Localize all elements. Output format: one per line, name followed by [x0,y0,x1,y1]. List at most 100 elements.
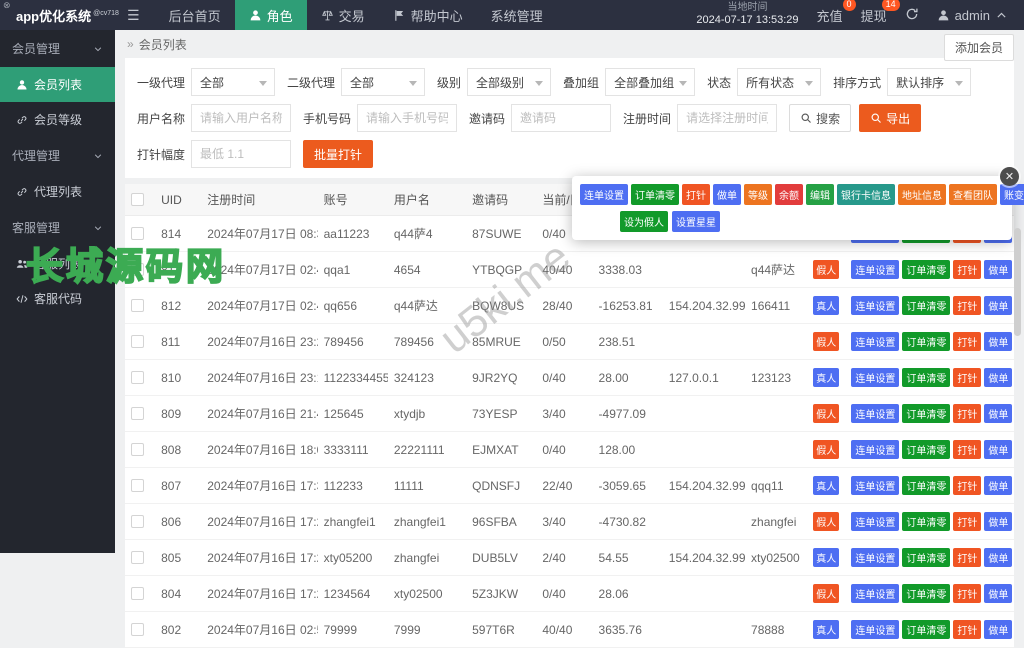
popup-action-button[interactable]: 查看团队 [949,184,997,205]
row-action-button[interactable]: 做单 [984,440,1012,459]
popup-action-button[interactable]: 设为假人 [620,211,668,232]
sidebar-group[interactable]: 会员管理 [0,30,115,67]
hamburger-menu-icon[interactable]: ☰ [112,7,155,24]
filter-select[interactable]: 默认排序 [887,68,971,96]
row-action-button[interactable]: 连单设置 [851,260,899,279]
row-action-button[interactable]: 打针 [953,476,981,495]
row-action-button[interactable]: 连单设置 [851,512,899,531]
row-action-button[interactable]: 连单设置 [851,548,899,567]
popup-action-button[interactable]: 设置星星 [672,211,720,232]
row-action-button[interactable]: 打针 [953,404,981,423]
row-action-button[interactable]: 做单 [984,548,1012,567]
row-action-button[interactable]: 连单设置 [851,440,899,459]
sidebar-item[interactable]: 会员等级 [0,102,115,137]
row-action-button[interactable]: 订单清零 [902,440,950,459]
row-action-button[interactable]: 连单设置 [851,404,899,423]
row-action-button[interactable]: 做单 [984,620,1012,639]
row-action-button[interactable]: 打针 [953,512,981,531]
filter-select[interactable]: 全部级别 [467,68,551,96]
recharge-link[interactable]: 充值 0 [817,6,843,25]
row-action-button[interactable]: 打针 [953,584,981,603]
row-action-button[interactable]: 做单 [984,260,1012,279]
row-action-button[interactable]: 连单设置 [851,332,899,351]
popup-action-button[interactable]: 余额 [775,184,803,205]
top-menu-item[interactable]: 帮助中心 [379,0,477,30]
row-action-button[interactable]: 打针 [953,548,981,567]
search-button[interactable]: 搜索 [789,104,851,132]
popup-action-button[interactable]: 做单 [713,184,741,205]
scrollbar-thumb[interactable] [1014,228,1021,336]
row-action-button[interactable]: 订单清零 [902,476,950,495]
admin-menu[interactable]: admin [937,8,1008,23]
row-checkbox[interactable] [131,623,144,636]
row-action-button[interactable]: 打针 [953,440,981,459]
row-action-button[interactable]: 订单清零 [902,368,950,387]
popup-action-button[interactable]: 订单清零 [631,184,679,205]
export-button[interactable]: 导出 [859,104,921,132]
top-menu-item[interactable]: 角色 [235,0,307,30]
row-action-button[interactable]: 订单清零 [902,512,950,531]
row-action-button[interactable]: 连单设置 [851,584,899,603]
row-action-button[interactable]: 做单 [984,476,1012,495]
row-action-button[interactable]: 做单 [984,404,1012,423]
popup-action-button[interactable]: 连单设置 [580,184,628,205]
row-action-button[interactable]: 打针 [953,332,981,351]
filter-input[interactable] [511,104,611,132]
popup-action-button[interactable]: 账变 [1000,184,1024,205]
row-checkbox[interactable] [131,335,144,348]
sidebar-item[interactable]: 会员列表 [0,67,115,102]
row-action-button[interactable]: 连单设置 [851,368,899,387]
top-menu-item[interactable]: 系统管理 [477,0,557,30]
popup-action-button[interactable]: 银行卡信息 [837,184,895,205]
row-action-button[interactable]: 连单设置 [851,620,899,639]
row-checkbox[interactable] [131,479,144,492]
filter-input[interactable] [677,104,777,132]
row-action-button[interactable]: 打针 [953,260,981,279]
row-action-button[interactable]: 打针 [953,296,981,315]
sidebar-item[interactable]: 代理列表 [0,174,115,209]
sidebar-item[interactable]: 客服列表 [0,246,115,281]
top-menu-item[interactable]: 交易 [307,0,379,30]
row-checkbox[interactable] [131,443,144,456]
row-action-button[interactable]: 打针 [953,368,981,387]
row-checkbox[interactable] [131,263,144,276]
filter-select[interactable]: 全部叠加组 [605,68,695,96]
needle-input[interactable] [191,140,291,168]
batch-needle-button[interactable]: 批量打针 [303,140,373,168]
filter-select[interactable]: 全部 [191,68,275,96]
add-member-button[interactable]: 添加会员 [944,34,1014,61]
select-all-checkbox[interactable] [131,193,144,206]
row-action-button[interactable]: 订单清零 [902,620,950,639]
filter-input[interactable] [191,104,291,132]
popup-action-button[interactable]: 编辑 [806,184,834,205]
row-action-button[interactable]: 订单清零 [902,404,950,423]
row-action-button[interactable]: 订单清零 [902,332,950,351]
row-action-button[interactable]: 订单清零 [902,296,950,315]
row-action-button[interactable]: 做单 [984,332,1012,351]
row-action-button[interactable]: 做单 [984,512,1012,531]
row-checkbox[interactable] [131,407,144,420]
filter-select[interactable]: 全部 [341,68,425,96]
row-action-button[interactable]: 连单设置 [851,476,899,495]
row-action-button[interactable]: 订单清零 [902,260,950,279]
popup-action-button[interactable]: 地址信息 [898,184,946,205]
sidebar-group[interactable]: 代理管理 [0,137,115,174]
row-action-button[interactable]: 打针 [953,620,981,639]
row-action-button[interactable]: 订单清零 [902,548,950,567]
row-checkbox[interactable] [131,515,144,528]
row-action-button[interactable]: 做单 [984,584,1012,603]
row-action-button[interactable]: 订单清零 [902,584,950,603]
popup-action-button[interactable]: 等级 [744,184,772,205]
sidebar-group[interactable]: 客服管理 [0,209,115,246]
popup-action-button[interactable]: 打针 [682,184,710,205]
row-checkbox[interactable] [131,227,144,240]
row-action-button[interactable]: 连单设置 [851,296,899,315]
refresh-icon[interactable] [905,7,919,24]
filter-input[interactable] [357,104,457,132]
filter-select[interactable]: 所有状态 [737,68,821,96]
top-menu-item[interactable]: 后台首页 [155,0,235,30]
sidebar-item[interactable]: 客服代码 [0,281,115,316]
row-action-button[interactable]: 做单 [984,368,1012,387]
withdraw-link[interactable]: 提现 14 [861,6,887,25]
row-checkbox[interactable] [131,587,144,600]
